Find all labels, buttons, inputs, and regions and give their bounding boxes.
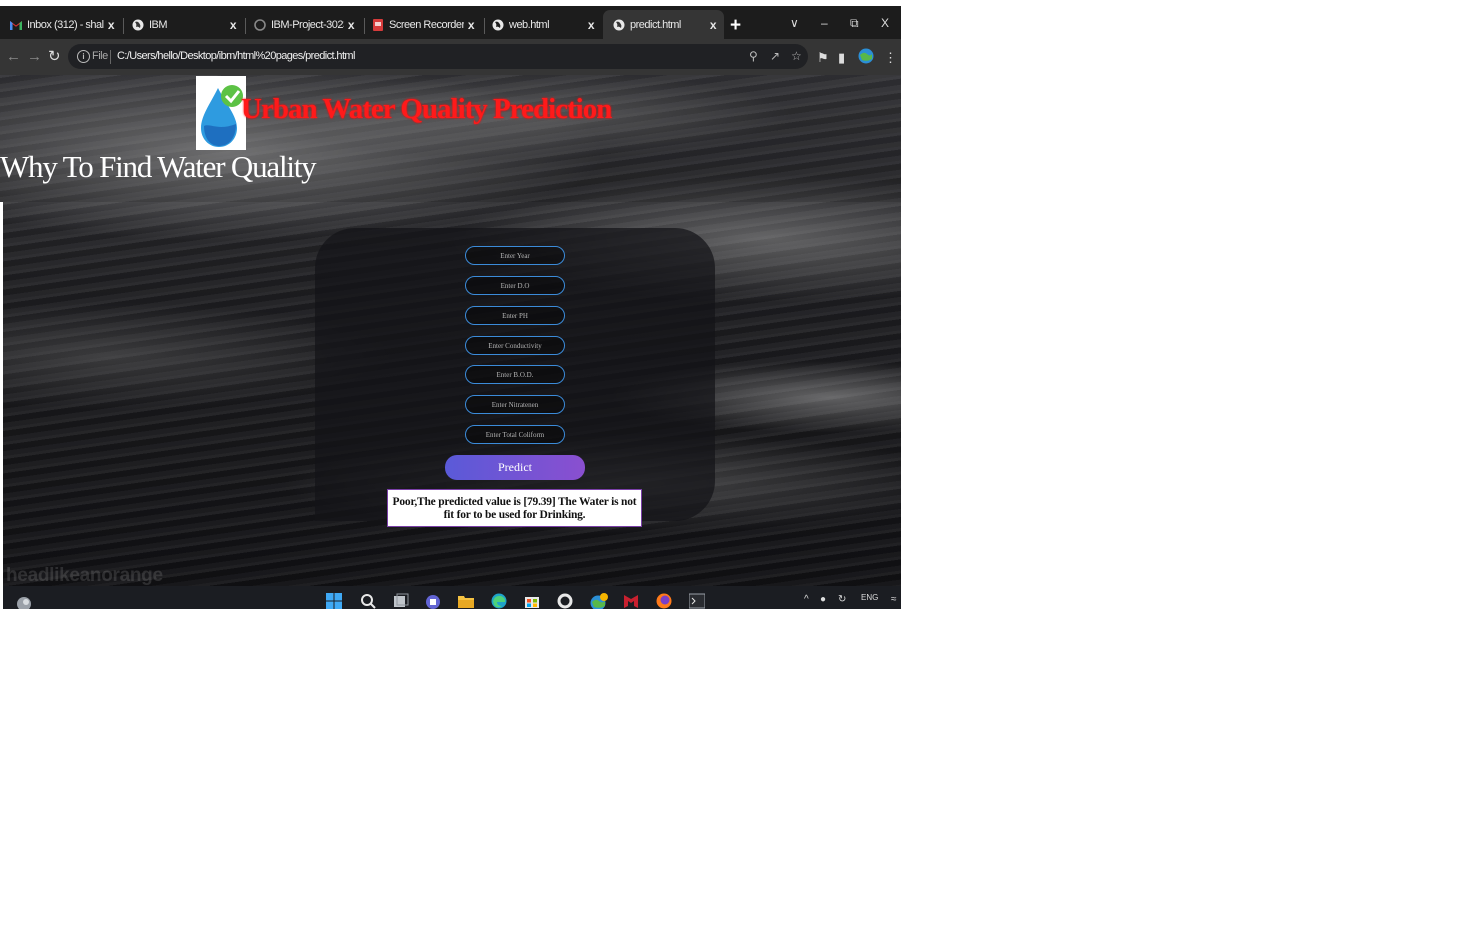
menu-kebab-icon[interactable]: ⋮ bbox=[884, 51, 897, 64]
terminal-icon[interactable] bbox=[688, 593, 706, 609]
globe-icon bbox=[492, 19, 504, 31]
tray-overflow-icon[interactable]: ^ bbox=[804, 595, 809, 605]
address-divider bbox=[110, 50, 111, 64]
widgets-icon[interactable] bbox=[16, 596, 32, 609]
search-icon[interactable] bbox=[360, 593, 376, 609]
teams-icon[interactable] bbox=[425, 593, 441, 609]
zoom-icon[interactable]: ⚲ bbox=[749, 50, 758, 62]
forward-icon[interactable]: → bbox=[27, 49, 42, 64]
tab-predict-html[interactable]: predict.html x bbox=[603, 10, 724, 39]
tab-title: IBM-Project-30232-15 bbox=[271, 18, 344, 31]
side-panel-icon[interactable]: ▮ bbox=[838, 51, 845, 64]
tab-title: Screen Recorder - Chr bbox=[389, 18, 464, 31]
site-title: Urban Water Quality Prediction bbox=[241, 93, 612, 125]
site-info-icon[interactable]: i bbox=[77, 50, 90, 63]
windows-taskbar: ^ ● ↻ ENG ≈ bbox=[0, 586, 901, 609]
recorder-icon bbox=[372, 18, 384, 31]
chrome-icon[interactable] bbox=[590, 593, 608, 609]
globe-icon bbox=[613, 19, 625, 31]
close-window-button[interactable]: X bbox=[881, 17, 889, 29]
nitratenen-input[interactable] bbox=[465, 395, 565, 414]
gmail-icon bbox=[10, 19, 22, 31]
water-drop-logo bbox=[196, 76, 246, 150]
wallpaper-watermark: headlikeanorange bbox=[6, 565, 163, 586]
tab-title: Inbox (312) - shalinid bbox=[27, 18, 104, 31]
share-icon[interactable]: ↗ bbox=[770, 50, 780, 62]
do-input[interactable] bbox=[465, 276, 565, 295]
extensions-icon[interactable]: ⚑ bbox=[817, 51, 829, 64]
globe-icon bbox=[132, 19, 144, 31]
page-viewport: Urban Water Quality Prediction Why To Fi… bbox=[0, 75, 901, 586]
bod-input[interactable] bbox=[465, 365, 565, 384]
new-tab-button[interactable]: + bbox=[730, 16, 741, 35]
profile-avatar[interactable] bbox=[858, 48, 874, 66]
tab-github-project[interactable]: IBM-Project-30232-15 x bbox=[244, 10, 362, 39]
why-heading-link[interactable]: Why To Find Water Quality bbox=[0, 149, 317, 185]
total-coliform-input[interactable] bbox=[465, 425, 565, 444]
year-input[interactable] bbox=[465, 246, 565, 265]
tray-sync-icon[interactable]: ↻ bbox=[838, 595, 846, 605]
minimize-button[interactable]: – bbox=[821, 17, 828, 29]
file-explorer-icon[interactable] bbox=[458, 593, 474, 609]
bookmark-star-icon[interactable]: ☆ bbox=[791, 50, 802, 62]
mcafee-icon[interactable] bbox=[623, 593, 639, 609]
prediction-result: Poor,The predicted value is [79.39] The … bbox=[387, 489, 642, 527]
restore-button[interactable]: ⧉ bbox=[850, 17, 859, 29]
tray-wifi-icon[interactable]: ≈ bbox=[891, 595, 897, 605]
tab-web-html[interactable]: web.html x bbox=[482, 10, 602, 39]
tab-search-icon[interactable]: ∨ bbox=[790, 17, 799, 29]
tab-close-icon[interactable]: x bbox=[344, 18, 358, 32]
tab-title: predict.html bbox=[630, 18, 681, 31]
tab-inbox[interactable]: Inbox (312) - shalinid x bbox=[0, 10, 122, 39]
scheme-label: File bbox=[92, 50, 108, 62]
back-icon[interactable]: ← bbox=[6, 49, 21, 64]
start-icon[interactable] bbox=[326, 593, 342, 609]
reload-icon[interactable]: ↻ bbox=[48, 49, 61, 64]
store-icon[interactable] bbox=[524, 593, 540, 609]
edge-icon[interactable] bbox=[491, 593, 507, 609]
tab-close-icon[interactable]: x bbox=[226, 18, 240, 32]
tab-close-icon[interactable]: x bbox=[464, 18, 478, 32]
browser-toolbar: ← → ↻ i File C:/Users/hello/Desktop/ibm/… bbox=[0, 39, 901, 75]
address-bar[interactable]: i File C:/Users/hello/Desktop/ibm/html%2… bbox=[68, 44, 808, 69]
url-text[interactable]: C:/Users/hello/Desktop/ibm/html%20pages/… bbox=[117, 50, 355, 62]
conductivity-input[interactable] bbox=[465, 336, 565, 355]
tab-strip: Inbox (312) - shalinid x IBM x IBM-Proje… bbox=[0, 0, 901, 39]
tab-ibm[interactable]: IBM x bbox=[122, 10, 244, 39]
firefox-icon[interactable] bbox=[656, 593, 672, 609]
tab-title: IBM bbox=[149, 18, 168, 31]
language-indicator[interactable]: ENG bbox=[861, 593, 878, 603]
tab-close-icon[interactable]: x bbox=[706, 18, 720, 32]
ph-input[interactable] bbox=[465, 306, 565, 325]
github-desktop-icon[interactable] bbox=[557, 593, 573, 609]
tab-screen-recorder[interactable]: Screen Recorder - Chr x bbox=[362, 10, 482, 39]
page-left-edge bbox=[0, 202, 3, 586]
tab-close-icon[interactable]: x bbox=[584, 18, 598, 32]
tab-close-icon[interactable]: x bbox=[104, 18, 118, 32]
predict-button[interactable]: Predict bbox=[445, 455, 585, 480]
task-view-icon[interactable] bbox=[393, 593, 409, 609]
tray-network-icon[interactable]: ● bbox=[820, 595, 826, 605]
tab-title: web.html bbox=[509, 18, 550, 31]
screenshot: Inbox (312) - shalinid x IBM x IBM-Proje… bbox=[0, 0, 901, 609]
github-icon bbox=[254, 18, 266, 31]
